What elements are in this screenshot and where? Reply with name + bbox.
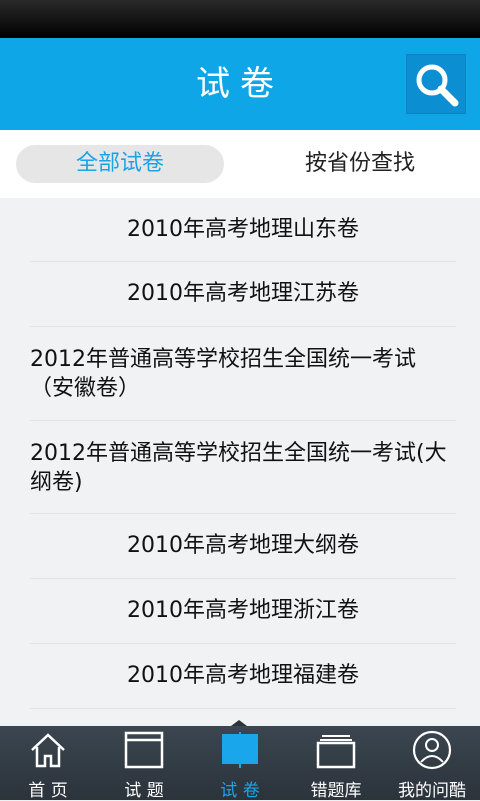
app-header: 试卷: [0, 38, 480, 130]
tab-questions[interactable]: 试 题: [96, 726, 192, 801]
tab-label: 试 题: [124, 781, 164, 801]
list-item[interactable]: 2010年高考地理山东卷: [30, 198, 456, 262]
tab-label: 错题库: [310, 781, 362, 801]
status-bar: [0, 0, 480, 38]
search-button[interactable]: [406, 54, 466, 114]
list-item[interactable]: 2010年高考地理浙江卷: [30, 579, 456, 644]
search-icon: [416, 64, 459, 107]
tab-my-account[interactable]: 我的问酷: [384, 726, 480, 801]
list-item[interactable]: 2010年高考地理福建卷: [30, 644, 456, 709]
bottom-tab-bar: 首 页 试 题 试 卷 错题库 我的问酷: [0, 720, 480, 801]
tab-wrong-questions[interactable]: 错题库: [288, 726, 384, 801]
list-item[interactable]: 2010年高考地理江苏卷: [30, 262, 456, 327]
tab-label: 我的问酷: [398, 781, 466, 801]
user-icon: [412, 730, 452, 770]
segment-all-papers[interactable]: 全部试卷: [16, 145, 224, 183]
paper-list: 2010年高考地理山东卷 2010年高考地理江苏卷 2012年普通高等学校招生全…: [0, 198, 480, 726]
list-item[interactable]: 2012年普通高等学校招生全国统一考试(大纲卷): [30, 421, 456, 514]
home-icon: [31, 733, 65, 768]
stack-icon: [316, 735, 356, 769]
tab-home[interactable]: 首 页: [0, 726, 96, 801]
list-item[interactable]: 2012年普通高等学校招生全国统一考试（安徽卷）: [30, 327, 456, 421]
tab-papers[interactable]: 试 卷: [192, 726, 288, 801]
question-window-icon: [124, 731, 164, 769]
list-item[interactable]: 2010年高考地理大纲卷: [30, 514, 456, 579]
segment-control: 全部试卷 按省份查找: [0, 130, 480, 198]
tab-label: 试 卷: [220, 781, 260, 801]
segment-by-province[interactable]: 按省份查找: [256, 145, 464, 183]
tab-label: 首 页: [28, 781, 68, 801]
open-book-icon: [222, 732, 258, 768]
